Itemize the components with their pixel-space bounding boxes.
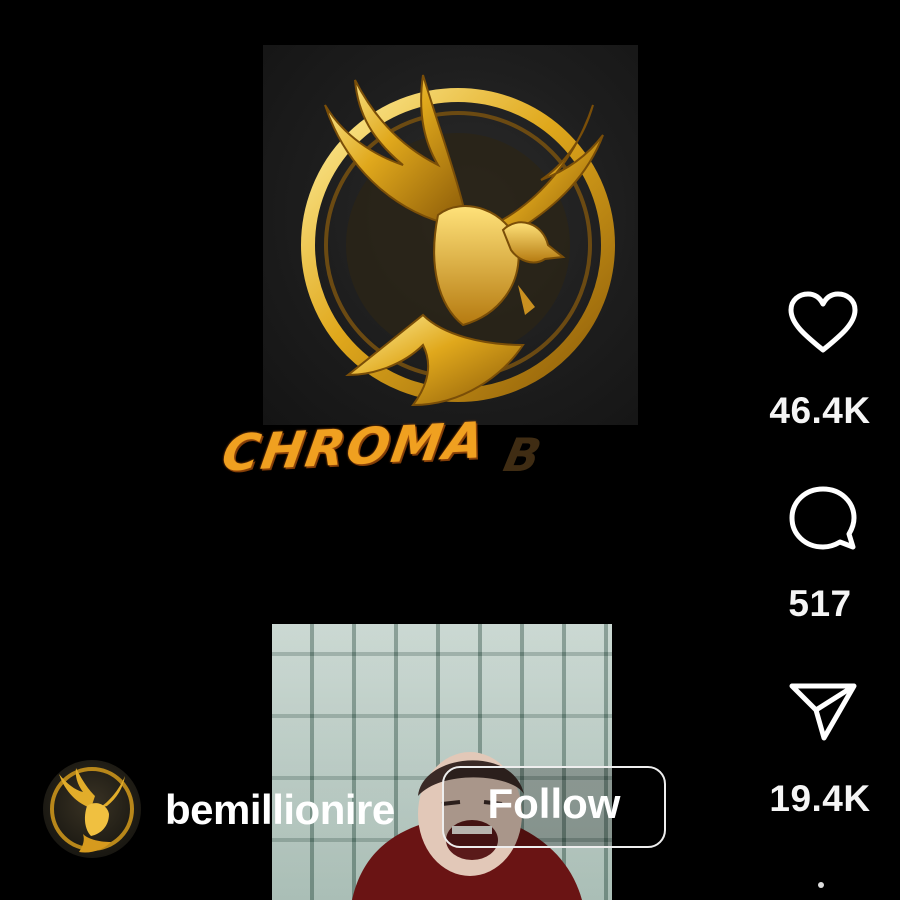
follow-button[interactable]: Follow	[442, 766, 666, 848]
post-video-frame[interactable]	[272, 624, 612, 900]
more-vertical-icon[interactable]	[818, 882, 824, 893]
avatar[interactable]	[43, 760, 141, 858]
comment-count: 517	[788, 583, 852, 624]
paper-plane-icon	[789, 683, 857, 741]
golden-eagle-emblem	[301, 74, 615, 407]
brand-text: CHROMA	[218, 411, 490, 483]
like-count: 46.4K	[769, 390, 871, 431]
username[interactable]: bemillionire	[165, 786, 395, 834]
like-button[interactable]	[768, 290, 878, 356]
comment-button[interactable]	[768, 484, 878, 552]
heart-icon	[788, 291, 858, 353]
brand-text-fragment: B	[499, 428, 546, 482]
share-button[interactable]	[768, 680, 878, 744]
share-count: 19.4K	[769, 778, 871, 819]
eagle-avatar-icon	[50, 767, 134, 853]
reel-view[interactable]: CHROMA B 46.4K 517 19.4K bemillionire Fo…	[0, 0, 900, 900]
comment-bubble-icon	[789, 486, 857, 550]
post-logo-image	[263, 45, 638, 425]
